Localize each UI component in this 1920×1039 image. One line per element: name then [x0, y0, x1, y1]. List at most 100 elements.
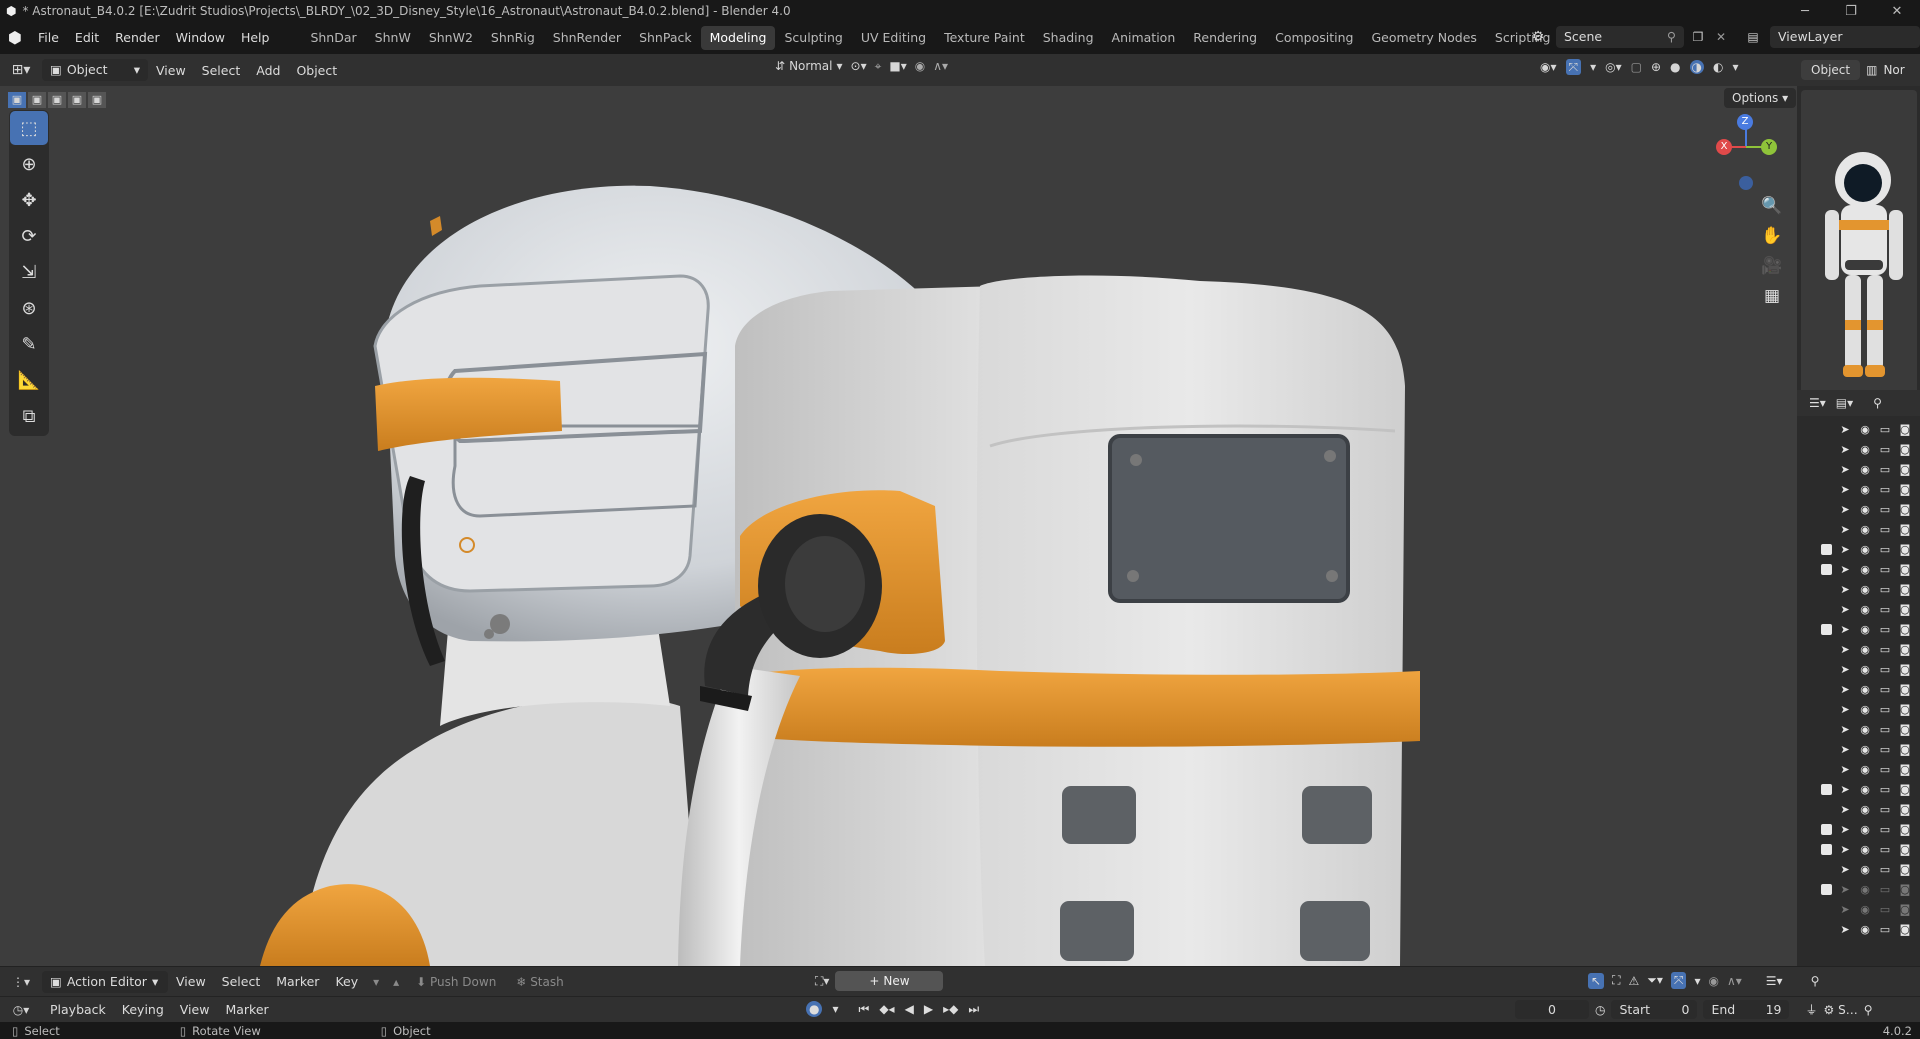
monitor-icon[interactable]: ▭ — [1878, 923, 1892, 936]
tab-shnw[interactable]: ShnW — [366, 26, 420, 50]
monitor-icon[interactable]: ▭ — [1878, 463, 1892, 476]
ae-menu-view[interactable]: View — [168, 974, 214, 989]
rendered-shading-icon[interactable]: ◐ — [1713, 61, 1723, 73]
only-selected-icon[interactable]: ↖ — [1588, 972, 1605, 989]
keying-dropdown-icon[interactable]: ▾ — [832, 1002, 838, 1016]
camera-icon[interactable]: ◙ — [1898, 743, 1912, 756]
scene-icon[interactable]: ⚙ — [1524, 30, 1552, 44]
vp-menu-select[interactable]: Select — [194, 63, 249, 78]
eye-icon[interactable]: ◉ — [1858, 803, 1872, 816]
snap-icon[interactable]: ⌖ — [875, 60, 882, 72]
monitor-icon[interactable]: ▭ — [1878, 443, 1892, 456]
camera-icon[interactable]: ◙ — [1898, 423, 1912, 436]
axis-z[interactable]: Z — [1737, 114, 1753, 130]
eye-icon[interactable]: ◉ — [1858, 523, 1872, 536]
menu-help[interactable]: Help — [233, 26, 278, 50]
eye-icon[interactable]: ◉ — [1858, 623, 1872, 636]
eye-icon[interactable]: ◉ — [1858, 463, 1872, 476]
ae-falloff-icon[interactable]: ∧▾ — [1727, 974, 1742, 988]
outliner-row[interactable]: ➤ ◉ ▭ ◙ — [1797, 519, 1920, 539]
camera-icon[interactable]: ◙ — [1898, 883, 1912, 896]
select-arrow-icon[interactable]: ➤ — [1838, 663, 1852, 676]
preview-range-icon[interactable]: ◷ — [1595, 1003, 1605, 1017]
outliner-row[interactable]: ➤ ◉ ▭ ◙ — [1797, 859, 1920, 879]
select-invert-icon[interactable]: ▣ — [68, 92, 86, 108]
rotate-tool-icon[interactable]: ⟳ — [10, 219, 48, 253]
camera-icon[interactable]: ◙ — [1898, 443, 1912, 456]
ae-menu-marker[interactable]: Marker — [268, 974, 327, 989]
camera-icon[interactable]: ◙ — [1898, 603, 1912, 616]
new-action-button[interactable]: + New — [835, 971, 944, 991]
filter-funnel-icon[interactable]: ⏚ — [1805, 1001, 1817, 1018]
scene-field[interactable]: Scene ⚲ — [1556, 26, 1684, 48]
axis-neg-z[interactable] — [1739, 176, 1753, 190]
material-shading-icon[interactable]: ◑ — [1689, 60, 1705, 74]
outliner-row[interactable]: ➤ ◉ ▭ ◙ — [1797, 739, 1920, 759]
eye-icon[interactable]: ◉ — [1858, 683, 1872, 696]
close-button[interactable]: ✕ — [1874, 0, 1920, 22]
menu-window[interactable]: Window — [168, 26, 233, 50]
eye-icon[interactable]: ◉ — [1858, 663, 1872, 676]
outliner2-search-icon[interactable]: ⚲ — [1811, 974, 1820, 988]
visibility-checkbox[interactable]: ✓ — [1821, 563, 1832, 575]
select-arrow-icon[interactable]: ➤ — [1838, 763, 1852, 776]
axis-y[interactable]: Y — [1761, 139, 1777, 155]
camera-icon[interactable]: ◙ — [1898, 763, 1912, 776]
blender-menu-icon[interactable]: ⬢ — [0, 30, 30, 46]
gizmo-toggle-icon[interactable]: ⤧ — [1565, 59, 1582, 75]
measure-tool-icon[interactable]: 📐 — [10, 363, 48, 397]
select-arrow-icon[interactable]: ➤ — [1838, 743, 1852, 756]
pin-icon[interactable]: ⚲ — [1667, 26, 1676, 48]
3d-viewport[interactable]: ▣ ▣ ▣ ▣ ▣ ⬚ ⊕ ✥ ⟳ ⇲ ⊛ ✎ 📐 ⧉ Options ▾ Z … — [0, 86, 1797, 966]
select-extend-icon[interactable]: ▣ — [28, 92, 46, 108]
outliner-search-icon[interactable]: ⚲ — [1873, 396, 1882, 410]
axis-x[interactable]: X — [1716, 139, 1732, 155]
orientation-dropdown[interactable]: ⇵ Normal ▾ — [775, 59, 843, 73]
visibility-checkbox[interactable]: ✓ — [1821, 883, 1832, 895]
tab-shnrender[interactable]: ShnRender — [544, 26, 630, 50]
select-box-tool-icon[interactable]: ⬚ — [10, 111, 48, 145]
layer-down-icon[interactable]: ▾ — [366, 976, 386, 988]
camera-icon[interactable]: ◙ — [1898, 783, 1912, 796]
camera-icon[interactable]: ◙ — [1898, 803, 1912, 816]
wireframe-shading-icon[interactable]: ⊕ — [1651, 61, 1661, 73]
select-arrow-icon[interactable]: ➤ — [1838, 623, 1852, 636]
auto-keying-icon[interactable]: ● — [806, 1001, 823, 1017]
outliner-row[interactable]: ➤ ◉ ▭ ◙ — [1797, 499, 1920, 519]
falloff-icon[interactable]: ∧▾ — [933, 60, 948, 72]
viewlayer-field[interactable]: ViewLayer — [1770, 26, 1920, 48]
start-frame-field[interactable]: Start 0 — [1611, 1000, 1698, 1019]
monitor-icon[interactable]: ▭ — [1878, 683, 1892, 696]
monitor-icon[interactable]: ▭ — [1878, 783, 1892, 796]
tab-rendering[interactable]: Rendering — [1184, 26, 1266, 50]
visibility-checkbox[interactable]: ✓ — [1821, 783, 1832, 795]
menu-playback[interactable]: Playback — [42, 1002, 114, 1017]
outliner-row[interactable]: ➤ ◉ ▭ ◙ — [1797, 719, 1920, 739]
outliner2-editor-icon[interactable]: ☰▾ — [1766, 974, 1783, 988]
mode-dropdown[interactable]: ▣ Object Mode ▾ — [42, 59, 148, 99]
eye-icon[interactable]: ◉ — [1858, 443, 1872, 456]
transform-tool-icon[interactable]: ⊛ — [10, 291, 48, 325]
viewlayer-icon[interactable]: ▤ — [1740, 31, 1766, 43]
snap-dropdown-icon[interactable]: ▾ — [1694, 974, 1700, 988]
overlay-icon[interactable]: ◎▾ — [1605, 61, 1622, 73]
select-arrow-icon[interactable]: ➤ — [1838, 643, 1852, 656]
layer-up-icon[interactable]: ▴ — [386, 976, 406, 988]
outliner-row[interactable]: ➤ ◉ ▭ ◙ — [1797, 419, 1920, 439]
select-arrow-icon[interactable]: ➤ — [1838, 923, 1852, 936]
menu-keying[interactable]: Keying — [114, 1002, 172, 1017]
options-dropdown[interactable]: Options ▾ — [1724, 88, 1797, 108]
camera-icon[interactable]: ◙ — [1898, 503, 1912, 516]
eye-icon[interactable]: ◉ — [1858, 723, 1872, 736]
navigation-gizmo[interactable]: Z X Y — [1708, 108, 1797, 190]
monitor-icon[interactable]: ▭ — [1878, 503, 1892, 516]
tab-shnpack[interactable]: ShnPack — [630, 26, 701, 50]
eye-icon[interactable]: ◉ — [1858, 603, 1872, 616]
select-arrow-icon[interactable]: ➤ — [1838, 803, 1852, 816]
select-arrow-icon[interactable]: ➤ — [1838, 463, 1852, 476]
camera-icon[interactable]: ◙ — [1898, 683, 1912, 696]
jump-end-icon[interactable]: ⏭ — [968, 1002, 979, 1017]
outliner-row[interactable]: ➤ ◉ ▭ ◙ — [1797, 459, 1920, 479]
camera-icon[interactable]: ◙ — [1898, 663, 1912, 676]
camera-icon[interactable]: ◙ — [1898, 463, 1912, 476]
